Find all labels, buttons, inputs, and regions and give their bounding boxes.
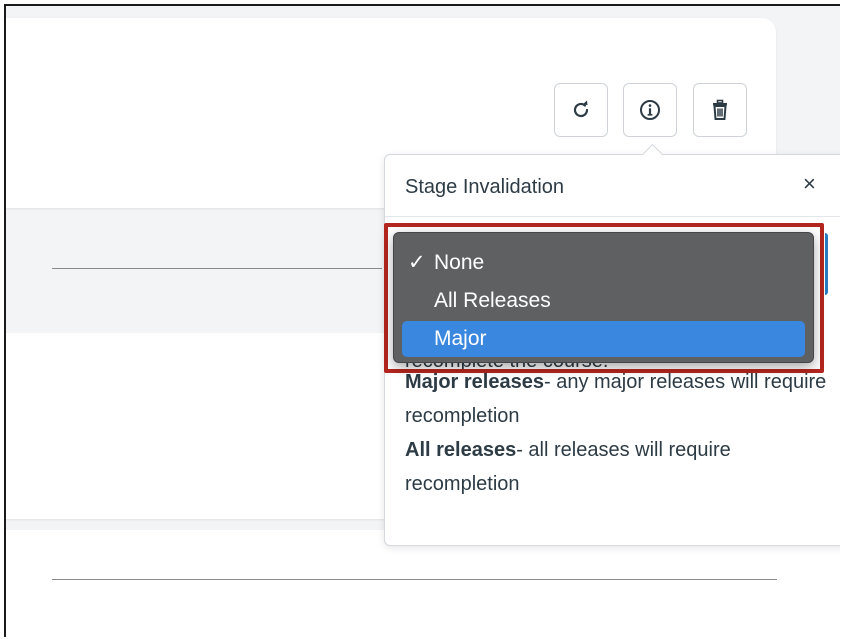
popover-header: Stage Invalidation × bbox=[385, 155, 840, 217]
select-edge bbox=[825, 233, 828, 295]
close-icon[interactable]: × bbox=[803, 171, 816, 197]
menu-item-none[interactable]: ✓ None bbox=[402, 245, 805, 281]
checkmark-icon: ✓ bbox=[408, 251, 426, 274]
menu-item-major[interactable]: Major bbox=[402, 321, 805, 357]
info-button[interactable] bbox=[623, 83, 677, 137]
info-icon bbox=[640, 100, 660, 120]
page-bottom bbox=[6, 530, 840, 637]
app-frame: Stage Invalidation × recomplete the cour… bbox=[4, 4, 840, 637]
definition-major: Major releases- any major releases will … bbox=[405, 365, 835, 433]
divider bbox=[52, 579, 777, 580]
menu-item-label: None bbox=[434, 251, 485, 274]
refresh-button[interactable] bbox=[554, 83, 608, 137]
definition-term: All releases bbox=[405, 439, 517, 461]
invalidation-dropdown-menu[interactable]: ✓ None All Releases Major bbox=[393, 232, 814, 363]
refresh-icon bbox=[573, 100, 589, 118]
popover-title: Stage Invalidation bbox=[405, 176, 565, 198]
delete-button[interactable] bbox=[693, 83, 747, 137]
menu-item-label: Major bbox=[434, 327, 487, 350]
definition-term: Major releases bbox=[405, 371, 544, 393]
definition-all: All releases- all releases will require … bbox=[405, 433, 835, 501]
divider bbox=[52, 268, 382, 269]
menu-item-all-releases[interactable]: All Releases bbox=[402, 283, 805, 319]
menu-item-label: All Releases bbox=[434, 289, 551, 312]
trash-icon bbox=[713, 99, 727, 120]
popover-body: Major releases- any major releases will … bbox=[405, 365, 835, 501]
